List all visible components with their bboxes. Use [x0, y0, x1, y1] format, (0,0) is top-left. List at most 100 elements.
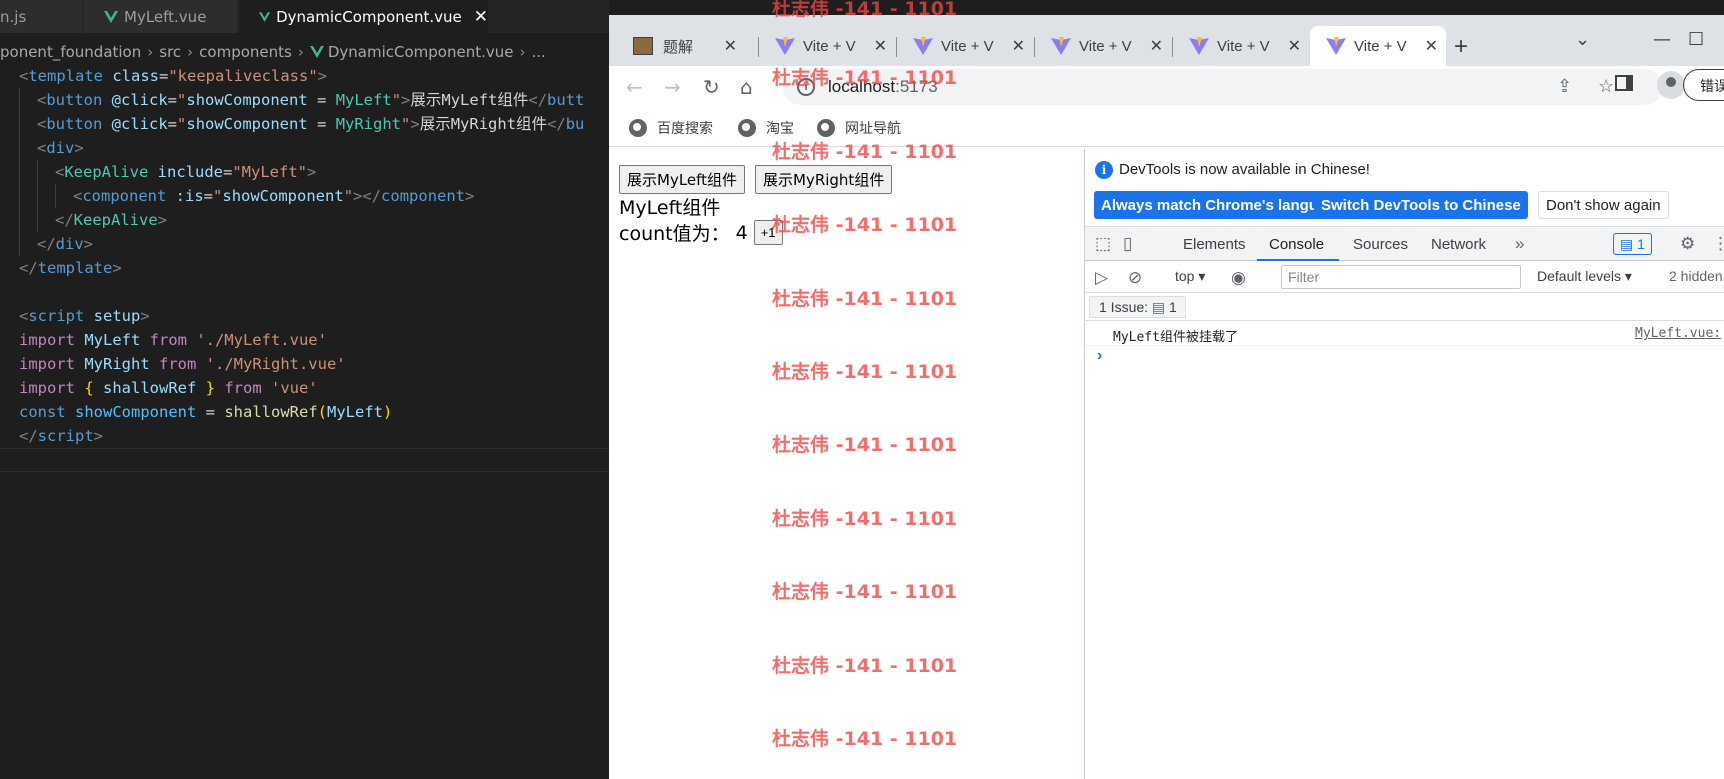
code-area[interactable]: <template class="keepaliveclass"> <button… [0, 64, 609, 472]
breadcrumb-item[interactable]: components [199, 43, 292, 61]
code-line[interactable]: <button @click="showComponent = MyLeft">… [0, 88, 609, 112]
console-filter-input[interactable]: Filter [1281, 265, 1521, 289]
code-token: </ [55, 211, 74, 229]
close-icon[interactable]: ✕ [874, 36, 887, 56]
sidebar-toggle-icon[interactable]: ▷ [1095, 268, 1108, 288]
more-options-icon[interactable]: ⋮ [1712, 234, 1724, 254]
editor-tab-myleft-vue[interactable]: MyLeft.vue [84, 0, 238, 33]
messages-badge[interactable]: ▤ 1 [1613, 233, 1652, 255]
code-token: { [75, 379, 103, 397]
code-token: KeepAlive [73, 211, 158, 229]
code-line[interactable]: </template> [0, 256, 609, 280]
console-message-source-link[interactable]: MyLeft.vue: [1635, 326, 1721, 341]
tab-elements[interactable]: Elements [1183, 236, 1246, 253]
browser-tab-vite[interactable]: Vite + V ✕ [759, 26, 895, 66]
code-token: './MyRight.vue' [196, 355, 346, 373]
minimize-icon[interactable]: — [1653, 29, 1671, 50]
count-row: count值为： 4 +1 [619, 219, 783, 246]
close-icon[interactable]: ✕ [1150, 36, 1163, 56]
browser-tab-vite[interactable]: Vite + V ✕ [897, 26, 1033, 66]
browser-tab-label: Vite + V [941, 37, 994, 55]
log-levels-dropdown[interactable]: Default levels ▾ [1537, 268, 1632, 285]
increment-button[interactable]: +1 [753, 220, 783, 245]
code-line[interactable]: </script> [0, 424, 609, 448]
bookmark-taobao[interactable]: 淘宝 [738, 118, 794, 138]
show-myleft-button[interactable]: 展示MyLeft组件 [619, 165, 746, 194]
tab-network[interactable]: Network [1431, 236, 1486, 253]
info-icon[interactable]: i [797, 78, 815, 96]
code-line[interactable]: import MyRight from './MyRight.vue' [0, 352, 609, 376]
context-selector[interactable]: top ▾ [1175, 268, 1205, 285]
browser-tab-label: Vite + V [803, 37, 856, 55]
forward-arrow-icon[interactable]: → [664, 75, 681, 99]
code-token: > [140, 307, 150, 325]
code-line[interactable]: <KeepAlive include="MyLeft"> [0, 160, 609, 184]
code-line[interactable]: <div> [0, 136, 609, 160]
live-expression-eye-icon[interactable]: ◉ [1231, 268, 1246, 288]
clear-console-icon[interactable]: ⊘ [1128, 268, 1142, 288]
bookmark-nav[interactable]: 网址导航 [817, 118, 901, 138]
side-panel-icon[interactable] [1615, 75, 1633, 91]
issues-button[interactable]: 1 Issue: ▤ 1 [1089, 296, 1186, 318]
code-token: </ [37, 235, 56, 253]
code-token: from [159, 355, 197, 373]
more-tabs-icon[interactable]: » [1515, 234, 1524, 254]
vue-file-icon [309, 46, 324, 58]
code-line[interactable]: </div> [0, 232, 609, 256]
code-line[interactable]: <component :is="showComponent"></compone… [0, 184, 609, 208]
code-line[interactable]: </KeepAlive> [0, 208, 609, 232]
code-line[interactable] [0, 280, 609, 304]
star-icon[interactable]: ☆ [1598, 76, 1614, 97]
console-message: MyLeft组件被挂载了 MyLeft.vue: [1085, 321, 1724, 346]
editor-tab-main-js[interactable]: n.js [0, 0, 83, 33]
code-line[interactable] [0, 448, 609, 472]
browser-tab-vite[interactable]: Vite + V ✕ [1035, 26, 1171, 66]
maximize-icon[interactable]: ☐ [1688, 29, 1704, 50]
close-icon[interactable]: ✕ [1012, 36, 1025, 56]
close-icon[interactable]: ✕ [1288, 36, 1301, 56]
settings-gear-icon[interactable]: ⚙ [1680, 234, 1695, 254]
new-tab-plus-icon[interactable]: + [1454, 33, 1468, 61]
profile-avatar-icon[interactable] [1657, 71, 1685, 99]
tab-sources[interactable]: Sources [1353, 236, 1408, 253]
breadcrumb-item[interactable]: ... [531, 43, 545, 61]
code-line[interactable]: const showComponent = shallowRef(MyLeft) [0, 400, 609, 424]
device-toolbar-icon[interactable]: ▯ [1123, 234, 1132, 254]
editor-tab-dynamiccomponent-vue[interactable]: DynamicComponent.vue ✕ [239, 0, 489, 33]
browser-tab-vite-active[interactable]: Vite + V ✕ [1310, 26, 1446, 66]
code-token: MyRight [75, 355, 159, 373]
close-icon[interactable]: ✕ [1425, 36, 1438, 56]
share-icon[interactable]: ⇪ [1557, 76, 1572, 97]
show-myright-button[interactable]: 展示MyRight组件 [755, 165, 893, 194]
breadcrumb-item[interactable]: ponent_foundation [0, 43, 141, 61]
code-line[interactable]: import { shallowRef } from 'vue' [0, 376, 609, 400]
code-token: " [213, 187, 223, 205]
tab-search-chevron-icon[interactable]: ⌄ [1575, 29, 1590, 50]
bookmark-baidu[interactable]: 百度搜索 [629, 118, 713, 138]
browser-tab-vite[interactable]: Vite + V ✕ [1173, 26, 1309, 66]
editor-tab-bar: n.js MyLeft.vue DynamicComponent.vue ✕ [0, 0, 609, 33]
reload-icon[interactable]: ↻ [703, 75, 720, 99]
close-icon[interactable]: ✕ [474, 7, 488, 27]
code-line[interactable]: <script setup> [0, 304, 609, 328]
browser-tab-solutions[interactable]: 题解 ✕ [617, 26, 745, 66]
code-line[interactable]: <button @click="showComponent = MyRight"… [0, 112, 609, 136]
match-language-button[interactable]: Always match Chrome's language [1094, 191, 1351, 219]
code-line[interactable]: import MyLeft from './MyLeft.vue' [0, 328, 609, 352]
error-button[interactable]: 错误 [1683, 69, 1724, 101]
dont-show-again-button[interactable]: Don't show again [1538, 191, 1669, 219]
switch-to-chinese-button[interactable]: Switch DevTools to Chinese [1314, 191, 1528, 219]
inspect-element-icon[interactable]: ⬚ [1095, 234, 1111, 254]
home-icon[interactable]: ⌂ [740, 75, 753, 99]
code-line[interactable]: <template class="keepaliveclass"> [0, 64, 609, 88]
globe-icon [738, 119, 756, 137]
vite-logo-icon [1326, 37, 1346, 55]
code-editor[interactable]: n.js MyLeft.vue DynamicComponent.vue ✕ p… [0, 0, 609, 779]
console-prompt-chevron-icon[interactable]: › [1097, 347, 1102, 365]
address-bar[interactable]: i localhost:5173 ⇪ ☆ [783, 69, 1663, 105]
breadcrumb-item[interactable]: DynamicComponent.vue [328, 43, 514, 61]
close-icon[interactable]: ✕ [724, 36, 737, 56]
breadcrumb-item[interactable]: src [159, 43, 181, 61]
back-arrow-icon[interactable]: ← [626, 75, 643, 99]
tab-console[interactable]: Console [1269, 236, 1324, 253]
